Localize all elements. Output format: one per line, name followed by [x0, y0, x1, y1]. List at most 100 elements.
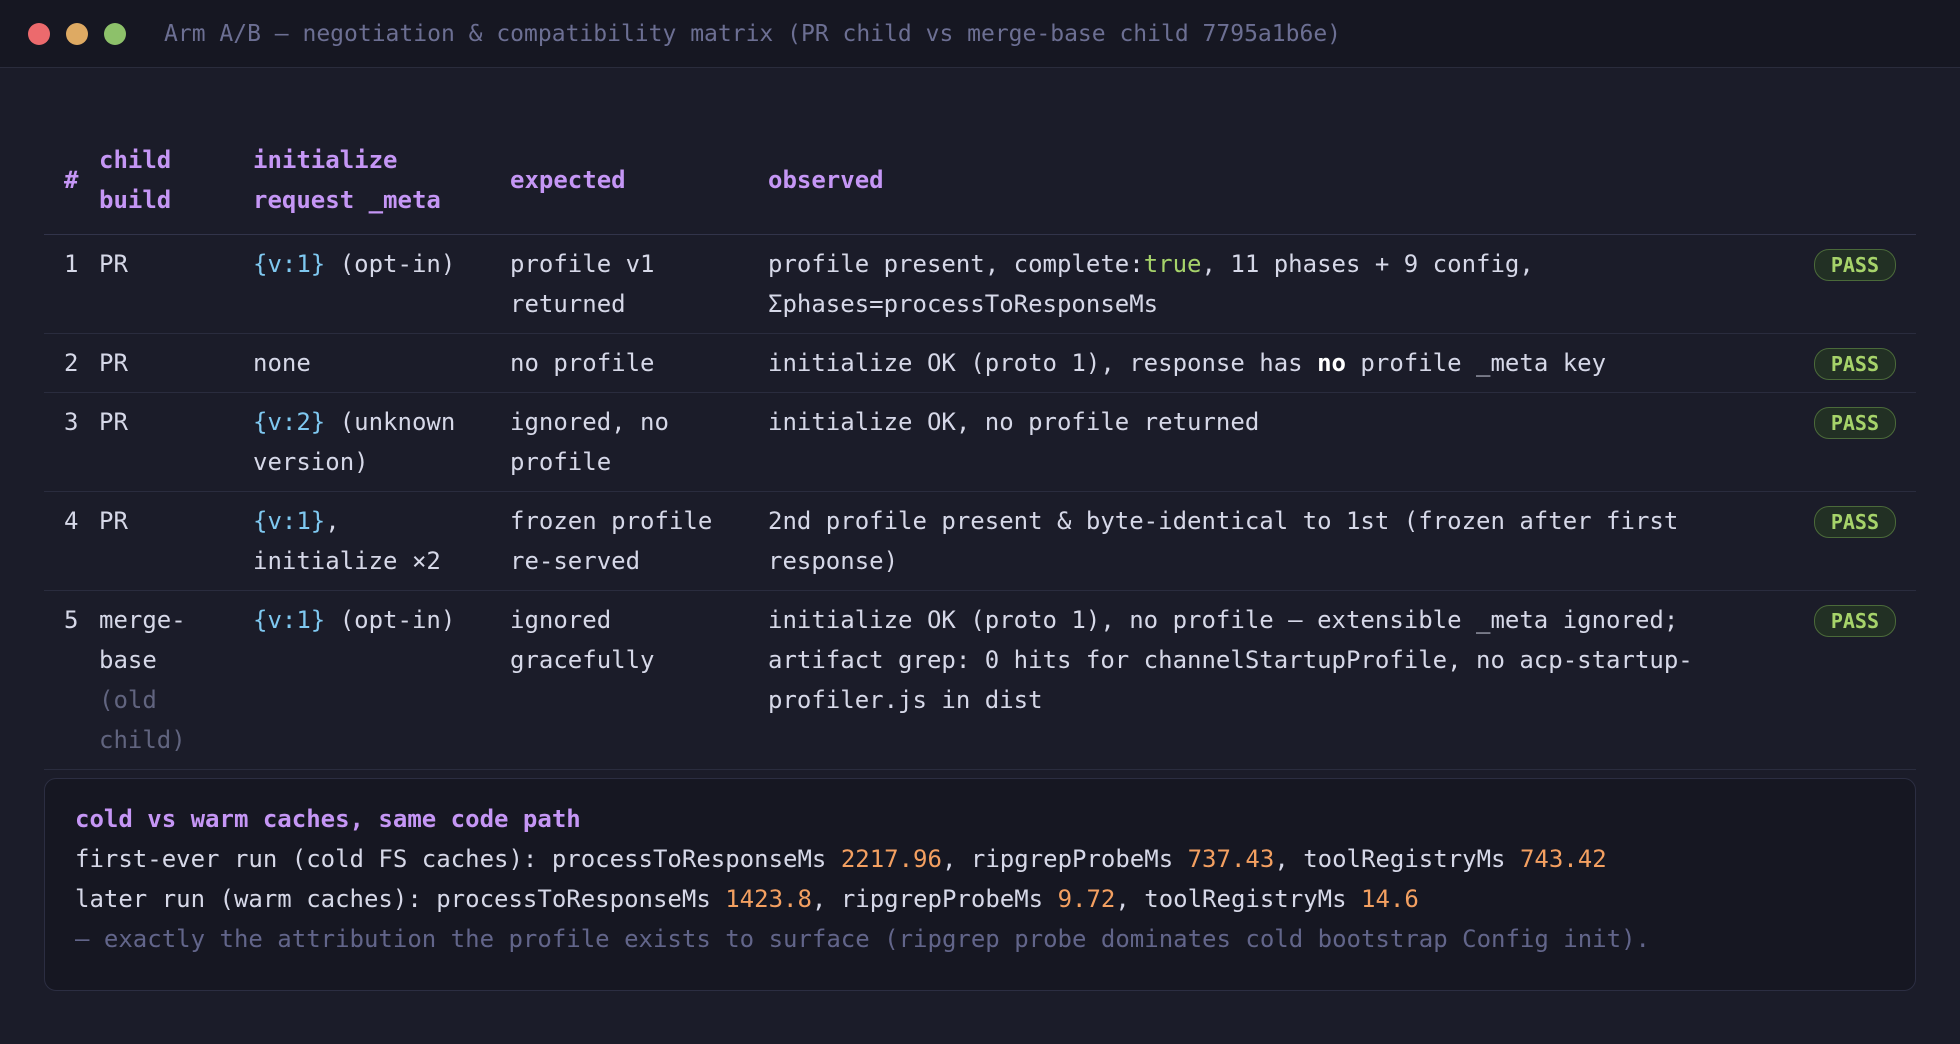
row-build: PR — [99, 333, 253, 393]
metric-separator: , ripgrepProbeMs — [811, 885, 1058, 913]
expected-line: returned — [510, 290, 626, 318]
request-meta-text: (opt-in) — [325, 606, 456, 634]
metric-separator: , ripgrepProbeMs — [941, 845, 1188, 873]
observed-emphasis: no — [1317, 349, 1346, 377]
observed-line: profiler.js in dist — [768, 686, 1043, 714]
row-observed: initialize OK, no profile returned — [768, 392, 1783, 492]
cold-toolregistry-value: 743.42 — [1519, 845, 1607, 873]
note-title: cold vs warm caches, same code path — [75, 805, 581, 833]
close-window-button[interactable] — [28, 22, 50, 45]
observed-text: profile present, complete: — [768, 250, 1144, 278]
pass-badge: PASS — [1813, 348, 1896, 380]
warm-process-value: 1423.8 — [725, 885, 812, 913]
maximize-window-button[interactable] — [104, 22, 126, 45]
warm-toolregistry-value: 14.6 — [1361, 885, 1419, 913]
row-request: {v:1}, initialize ×2 — [253, 491, 510, 591]
observed-line: initialize OK (proto 1), response has no… — [768, 343, 1783, 383]
request-line: {v:2} (unknown — [253, 402, 510, 442]
window-titlebar: Arm A/B — negotiation & compatibility ma… — [0, 0, 1960, 68]
request-line: version) — [253, 448, 369, 476]
cold-process-value: 2217.96 — [840, 845, 942, 873]
pass-badge: PASS — [1813, 407, 1896, 439]
observed-true-value: true — [1143, 250, 1202, 278]
row-request: {v:2} (unknown version) — [253, 392, 510, 492]
pass-badge: PASS — [1813, 249, 1896, 281]
header-expected: expected — [510, 128, 768, 235]
request-meta-code: {v:1} — [253, 606, 326, 634]
minimize-window-button[interactable] — [66, 22, 88, 45]
request-meta-code: {v:1} — [253, 250, 326, 278]
build-note: (old — [99, 686, 157, 714]
row-expected: frozen profile re-served — [510, 491, 768, 591]
build-line: merge- — [99, 606, 186, 634]
row-result: PASS — [1783, 333, 1916, 393]
expected-line: ignored — [510, 606, 612, 634]
request-meta-text: (unknown — [325, 408, 456, 436]
row-result: PASS — [1783, 590, 1916, 770]
observed-text: , 11 phases + 9 config, — [1201, 250, 1534, 278]
row-request: none — [253, 333, 510, 393]
warm-ripgrep-value: 9.72 — [1057, 885, 1116, 913]
row-num: 5 — [44, 590, 99, 770]
header-request-line2: request _meta — [253, 186, 441, 214]
header-child-build-line2: build — [99, 186, 172, 214]
request-meta-code: {v:1} — [253, 507, 326, 535]
cold-run-line: first-ever run (cold FS caches): process… — [75, 839, 1885, 879]
observed-line: artifact grep: 0 hits for channelStartup… — [768, 646, 1693, 674]
row-result: PASS — [1783, 392, 1916, 492]
table-row: 2 PR none no profile initialize OK (prot… — [44, 333, 1916, 393]
row-build: merge- base (old child) — [99, 590, 253, 770]
row-num: 4 — [44, 491, 99, 591]
row-expected: profile v1 returned — [510, 234, 768, 334]
expected-line: ignored, no — [510, 408, 669, 436]
row-expected: ignored, no profile — [510, 392, 768, 492]
observed-line: 2nd profile present & byte-identical to … — [768, 507, 1679, 535]
header-result — [1783, 128, 1916, 235]
table-header-row: # child build initialize request _meta e… — [44, 128, 1916, 235]
request-meta-text: (opt-in) — [325, 250, 456, 278]
build-note: child) — [99, 726, 186, 754]
observed-line: response) — [768, 547, 899, 575]
row-build: PR — [99, 491, 253, 591]
row-observed: profile present, complete:true, 11 phase… — [768, 234, 1783, 334]
window-title: Arm A/B — negotiation & compatibility ma… — [164, 20, 1342, 47]
row-build: PR — [99, 392, 253, 492]
header-num: # — [44, 128, 99, 235]
table-row: 4 PR {v:1}, initialize ×2 frozen profile… — [44, 491, 1916, 591]
row-num: 2 — [44, 333, 99, 393]
observed-text: initialize OK (proto 1), response has — [768, 349, 1318, 377]
row-build: PR — [99, 234, 253, 334]
pass-badge: PASS — [1813, 605, 1896, 637]
row-observed: initialize OK (proto 1), response has no… — [768, 333, 1783, 393]
table-row: 5 merge- base (old child) {v:1} (opt-in)… — [44, 590, 1916, 770]
metric-separator: , toolRegistryMs — [1115, 885, 1361, 913]
note-footer: — exactly the attribution the profile ex… — [75, 925, 1650, 953]
row-num: 1 — [44, 234, 99, 334]
row-result: PASS — [1783, 491, 1916, 591]
table-row: 3 PR {v:2} (unknown version) ignored, no… — [44, 392, 1916, 492]
observed-line: Σphases=processToResponseMs — [768, 290, 1159, 318]
row-request: {v:1} (opt-in) — [253, 590, 510, 770]
header-child-build-line1: child — [99, 146, 172, 174]
header-request-meta: initialize request _meta — [253, 128, 510, 235]
observed-line: initialize OK (proto 1), no profile — ex… — [768, 606, 1679, 634]
cold-run-label: first-ever run (cold FS caches): process… — [75, 845, 841, 873]
request-line: initialize ×2 — [253, 547, 441, 575]
cold-ripgrep-value: 737.43 — [1187, 845, 1275, 873]
request-line: {v:1}, — [253, 501, 510, 541]
build-line: base — [99, 646, 157, 674]
main-content: # child build initialize request _meta e… — [0, 128, 1960, 770]
request-meta-text: , — [325, 507, 340, 535]
row-num: 3 — [44, 392, 99, 492]
expected-line: profile v1 — [510, 250, 655, 278]
warm-run-label: later run (warm caches): processToRespon… — [75, 885, 726, 913]
row-observed: initialize OK (proto 1), no profile — ex… — [768, 590, 1783, 770]
table-row: 1 PR {v:1} (opt-in) profile v1 returned … — [44, 234, 1916, 334]
metric-separator: , toolRegistryMs — [1274, 845, 1520, 873]
expected-line: re-served — [510, 547, 641, 575]
observed-text: profile _meta key — [1345, 349, 1607, 377]
observed-line: profile present, complete:true, 11 phase… — [768, 244, 1783, 284]
header-child-build: child build — [99, 128, 253, 235]
row-observed: 2nd profile present & byte-identical to … — [768, 491, 1783, 591]
expected-line: frozen profile — [510, 507, 713, 535]
